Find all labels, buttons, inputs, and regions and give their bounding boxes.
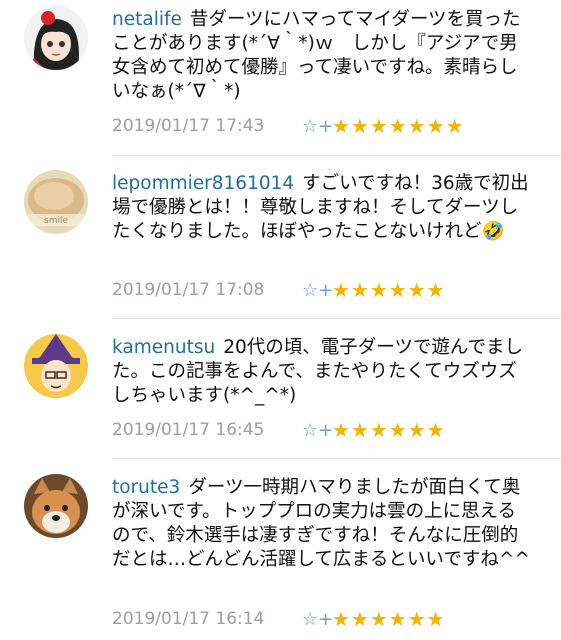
comment-body: lepommier8161014 すごいですね！36歳で初出場で優勝とは！！尊敬し…	[112, 172, 532, 244]
comment-meta: 2019/01/17 17:08 ☆+ ★★★★★★	[112, 276, 446, 304]
avatar[interactable]: smile	[24, 170, 88, 234]
add-star-icon[interactable]: ☆+	[302, 280, 333, 301]
timestamp: 2019/01/17 17:43	[112, 116, 265, 136]
timestamp: 2019/01/17 17:08	[112, 280, 265, 300]
divider	[112, 155, 561, 156]
divider	[112, 318, 561, 319]
avatar[interactable]	[24, 6, 88, 70]
comment-meta: 2019/01/17 16:45 ☆+ ★★★★★★	[112, 416, 446, 444]
comment-meta: 2019/01/17 16:14 ☆+ ★★★★★★	[112, 605, 446, 633]
avatar[interactable]	[24, 334, 88, 398]
star-rating: ★★★★★★	[332, 418, 446, 442]
star-rating: ★★★★★★	[332, 278, 446, 302]
add-star-icon[interactable]: ☆+	[302, 116, 333, 137]
timestamp: 2019/01/17 16:45	[112, 420, 265, 440]
username-link[interactable]: kamenutsu	[112, 337, 215, 358]
comment-meta: 2019/01/17 17:43 ☆+ ★★★★★★★	[112, 112, 465, 140]
comment-body: torute3 ダーツ一時期ハマりましたが面白くて奥が深いです。トッププロの実力は…	[112, 476, 532, 572]
star-rating: ★★★★★★	[332, 607, 446, 631]
divider	[112, 458, 561, 459]
star-rating: ★★★★★★★	[332, 114, 465, 138]
witch-character-avatar-icon	[24, 334, 88, 398]
comment-body: kamenutsu 20代の頃、電子ダーツで遊んでました。この記事をよんで、またや…	[112, 336, 532, 408]
timestamp: 2019/01/17 16:14	[112, 609, 265, 629]
avatar[interactable]	[24, 474, 88, 538]
add-star-icon[interactable]: ☆+	[302, 420, 333, 441]
username-link[interactable]: torute3	[112, 477, 180, 498]
comment-body: netalife 昔ダーツにハマってマイダーツを買ったことがあります(*´∀｀*)…	[112, 8, 532, 104]
anime-girl-avatar-icon	[24, 6, 88, 70]
username-link[interactable]: netalife	[112, 9, 182, 30]
shiba-dog-avatar-icon	[24, 474, 88, 538]
username-link[interactable]: lepommier8161014	[112, 173, 294, 194]
pastry-avatar-icon: smile	[24, 170, 88, 234]
add-star-icon[interactable]: ☆+	[302, 609, 333, 630]
svg-text:smile: smile	[44, 216, 68, 226]
